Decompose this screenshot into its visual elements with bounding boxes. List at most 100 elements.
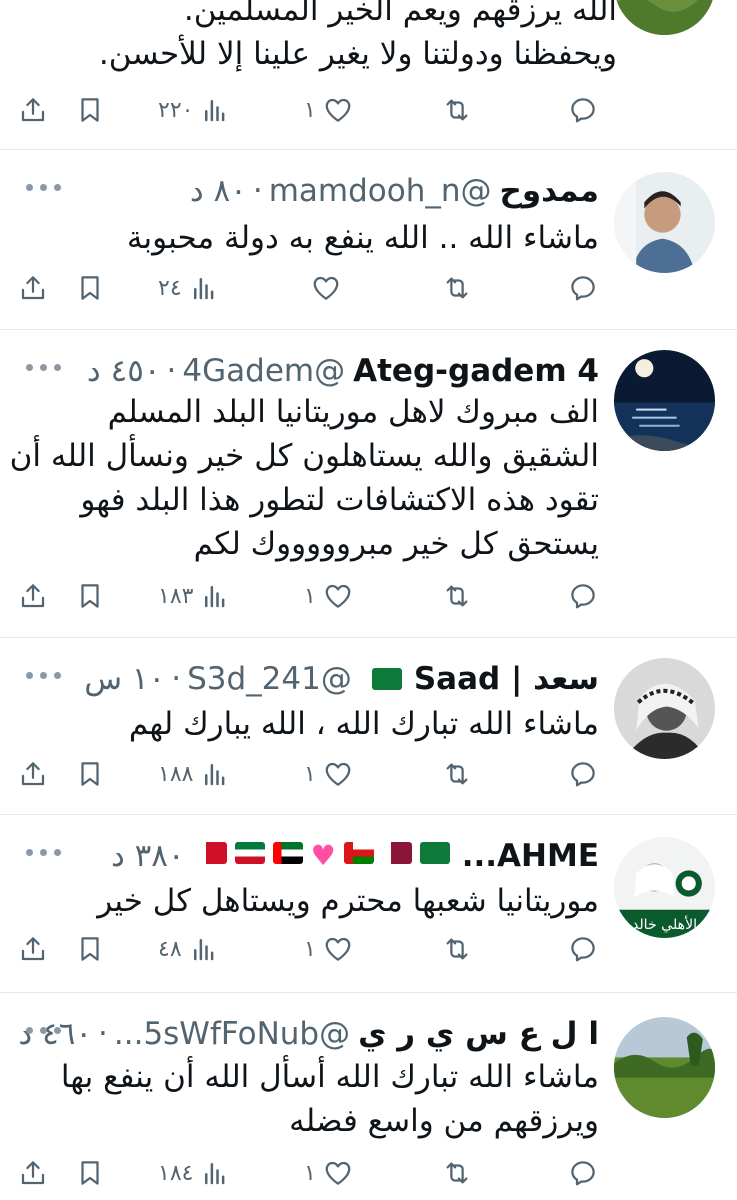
reply-button[interactable] [568, 929, 598, 969]
retweet-button[interactable] [442, 90, 472, 130]
share-button[interactable] [18, 929, 48, 969]
retweet-icon [442, 273, 472, 303]
share-icon [18, 759, 48, 789]
timestamp[interactable]: ٣٨٠ د [111, 836, 185, 876]
views-count: ٢٢٠ [158, 97, 194, 123]
display-name[interactable]: AHME... [462, 836, 599, 876]
tweet[interactable]: ممدوح @mamdooh_n · ٨٠ د ماشاء الله .. ال… [0, 150, 737, 330]
tweet-header: AHME... ♥ ٣٨٠ د [111, 836, 599, 876]
share-icon [18, 934, 48, 964]
more-options-button[interactable] [26, 184, 61, 191]
tweet-text: الف مبروك لاهل موريتانيا البلد المسلم ال… [9, 394, 599, 562]
more-options-button[interactable] [26, 364, 61, 371]
display-name[interactable]: Ateg-gadem 4 [353, 351, 599, 391]
retweet-icon [442, 1158, 472, 1188]
tweet-actions: ٢٢٠ ١ [0, 90, 737, 130]
reply-button[interactable] [568, 268, 598, 308]
more-options-button[interactable] [26, 1027, 61, 1034]
retweet-button[interactable] [442, 929, 472, 969]
reply-icon [568, 273, 598, 303]
user-handle[interactable]: @S3d_241 [187, 659, 352, 699]
views-icon [200, 95, 230, 125]
more-options-button[interactable] [26, 672, 61, 679]
display-name[interactable]: سعد | Saad [414, 659, 599, 699]
bookmark-icon [75, 934, 105, 964]
user-handle[interactable]: @4Gadem [182, 351, 345, 391]
avatar[interactable] [614, 172, 715, 273]
user-handle[interactable]: @mamdooh_n [269, 171, 492, 211]
like-count: ١ [304, 97, 316, 123]
bookmark-icon [75, 95, 105, 125]
reply-button[interactable] [568, 754, 598, 794]
separator-dot: · [252, 173, 263, 209]
retweet-icon [442, 934, 472, 964]
tweet-text: موريتانيا شعبها محترم ويستاهل كل خير [97, 883, 599, 919]
views-button[interactable]: ١٨٤ [158, 1153, 230, 1193]
share-button[interactable] [18, 754, 48, 794]
avatar[interactable]: الأهلي خالد [614, 837, 715, 938]
views-icon [200, 759, 230, 789]
timestamp[interactable]: ٨٠ د [190, 171, 247, 211]
timestamp[interactable]: ١٠ س [84, 659, 165, 699]
tweet[interactable]: سعد | Saad @S3d_241 · ١٠ س ماشاء الله تب… [0, 638, 737, 815]
bookmark-button[interactable] [75, 576, 105, 616]
views-button[interactable]: ٢٢٠ [158, 90, 230, 130]
timestamp[interactable]: ٤٥٠ د [87, 351, 161, 391]
tweet[interactable]: ا ل ع س ي ر ي @5sWfFoNub... · ٤٦٠ د ماشا… [0, 993, 737, 1200]
avatar[interactable] [614, 350, 715, 451]
user-handle[interactable]: @5sWfFoNub... [114, 1014, 350, 1054]
bookmark-button[interactable] [75, 268, 105, 308]
reply-button[interactable] [568, 90, 598, 130]
bookmark-icon [75, 273, 105, 303]
tweet[interactable]: الأهلي خالد AHME... ♥ ٣٨٠ د موريتانيا شع… [0, 815, 737, 993]
more-options-button[interactable] [26, 849, 61, 856]
separator-dot: · [98, 1016, 108, 1052]
reply-button[interactable] [568, 576, 598, 616]
like-button[interactable] [304, 268, 341, 308]
views-icon [189, 934, 219, 964]
bookmark-button[interactable] [75, 754, 105, 794]
like-button[interactable]: ١ [304, 576, 353, 616]
bookmark-button[interactable] [75, 90, 105, 130]
retweet-button[interactable] [442, 754, 472, 794]
share-button[interactable] [18, 268, 48, 308]
display-name[interactable]: ممدوح [500, 171, 600, 211]
like-icon [323, 581, 353, 611]
retweet-button[interactable] [442, 268, 472, 308]
views-button[interactable]: ١٨٣ [158, 576, 230, 616]
tweet-text: ماشاء الله .. الله ينفع به دولة محبوبة [126, 220, 599, 256]
like-button[interactable]: ١ [304, 90, 353, 130]
avatar[interactable] [614, 1017, 715, 1118]
bookmark-button[interactable] [75, 929, 105, 969]
retweet-icon [442, 95, 472, 125]
like-count: ١ [304, 761, 316, 787]
avatar[interactable] [614, 658, 715, 759]
like-button[interactable]: ١ [304, 754, 353, 794]
views-button[interactable]: ٤٨ [158, 929, 219, 969]
display-name[interactable]: ا ل ع س ي ر ي [358, 1014, 599, 1054]
bookmark-button[interactable] [75, 1153, 105, 1193]
separator-dot: · [171, 661, 182, 697]
views-count: ٤٨ [158, 936, 182, 962]
like-button[interactable]: ١ [304, 1153, 353, 1193]
views-button[interactable]: ١٨٨ [158, 754, 230, 794]
avatar[interactable] [614, 0, 715, 35]
share-button[interactable] [18, 576, 48, 616]
tweet[interactable]: Ateg-gadem 4 @4Gadem · ٤٥٠ د الف مبروك ل… [0, 330, 737, 638]
tweet[interactable]: الله يرزقهم ويعم الخير المسلمين. ويحفظنا… [0, 0, 737, 150]
retweet-button[interactable] [442, 576, 472, 616]
saudi-flag-icon [419, 842, 450, 864]
timestamp[interactable]: ٤٦٠ د [18, 1014, 92, 1054]
reply-icon [568, 759, 598, 789]
bahrain-flag-icon [196, 842, 227, 864]
share-button[interactable] [18, 1153, 48, 1193]
share-icon [18, 95, 48, 125]
share-button[interactable] [18, 90, 48, 130]
like-icon [323, 759, 353, 789]
retweet-button[interactable] [442, 1153, 472, 1193]
views-button[interactable]: ٢٤ [158, 268, 219, 308]
reply-button[interactable] [568, 1153, 598, 1193]
tweet-header: Ateg-gadem 4 @4Gadem · ٤٥٠ د [87, 351, 599, 391]
like-button[interactable]: ١ [304, 929, 353, 969]
views-icon [200, 1158, 230, 1188]
